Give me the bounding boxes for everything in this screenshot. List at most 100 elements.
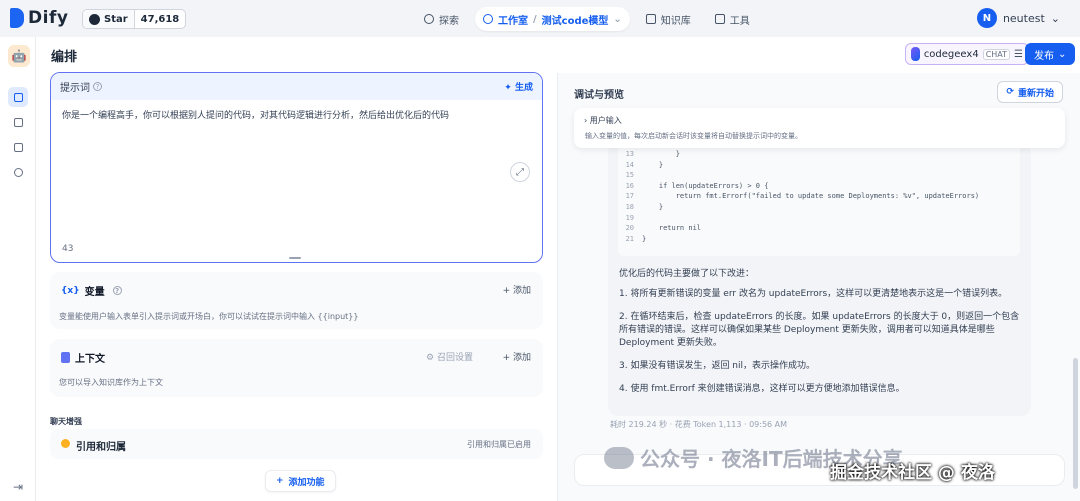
dify-logo[interactable]: Dify [10, 8, 68, 28]
add-context-button[interactable]: + 添加 [503, 350, 531, 363]
citation-feature[interactable]: 引用和归属 引用和归属已启用 [50, 429, 543, 459]
nav-separator: / [533, 13, 537, 25]
main-nav: 探索 工作室 / 测试code模型 ⌄ 知识库 工具 [416, 7, 758, 31]
help-icon[interactable]: ? [93, 82, 102, 91]
variables-card: {x} 变量 ? + 添加 变量能使用户输入表单引入提示词或开场白，你可以试试在… [50, 272, 543, 329]
robot-icon [483, 14, 493, 24]
model-logo-icon [911, 47, 920, 61]
context-card: 上下文 ⚙ 召回设置 + 添加 您可以导入知识库作为上下文 [50, 339, 543, 397]
refresh-icon: ⟳ [1006, 87, 1014, 97]
prompt-textarea[interactable]: 你是一个编程高手，你可以根据别人提问的代码，对其代码逻辑进行分析，然后给出优化后… [51, 100, 542, 129]
add-variable-label: 添加 [512, 286, 531, 296]
settings-sliders-icon[interactable]: ☰ [1014, 49, 1023, 60]
prompt-editor: 提示词 ? ✦ 生成 你是一个编程高手，你可以根据别人提问的代码，对其代码逻辑进… [50, 72, 543, 263]
code-line-number: 19 [625, 213, 634, 222]
list-item: 1. 将所有更新错误的变量 err 改名为 updateErrors，这样可以更… [619, 289, 1008, 299]
nav-studio-label: 工作室 [498, 15, 528, 27]
code-line: 16 if len(updateErrors) > 0 { [618, 182, 1020, 193]
github-star-label: Star [104, 13, 128, 25]
user-name: neutest [1002, 11, 1045, 25]
prompt-header: 提示词 ? ✦ 生成 [51, 73, 542, 100]
add-feature-button[interactable]: + 添加功能 [265, 470, 336, 492]
code-line: 21} [618, 235, 1020, 246]
code-line-text: return fmt.Errorf("failed to update some… [642, 192, 980, 201]
code-line-text: } [642, 150, 680, 158]
nav-tools[interactable]: 工具 [707, 7, 758, 31]
chevron-down-icon: ⌄ [1050, 11, 1060, 25]
code-line: 14 } [618, 161, 1020, 172]
citation-status: 引用和归属已启用 [467, 440, 531, 449]
message-meta: 耗时 219.24 秒 · 花费 Token 1,113 · 09:56 AM [610, 420, 788, 429]
list-item: 3. 如果没有错误发生，返回 nil，表示操作成功。 [619, 361, 816, 371]
avatar: N [976, 8, 997, 28]
github-icon [89, 13, 100, 25]
user-input-panel[interactable]: › 用户输入 输入变量的值，每次启动新会话时该变量将自动替换提示词中的变量。 [574, 108, 1065, 148]
gauge-icon [13, 167, 23, 177]
nav-knowledge-label: 知识库 [660, 15, 691, 27]
code-line-number: 18 [625, 202, 634, 211]
plus-icon: + [276, 476, 284, 486]
recall-settings-label: 召回设置 [436, 353, 473, 363]
toolbox-icon [714, 14, 725, 24]
user-menu[interactable]: N neutest ⌄ [976, 8, 1060, 28]
publish-label: 发布 [1034, 50, 1054, 62]
code-line-number: 20 [625, 224, 634, 233]
model-name: codegeex4 [923, 48, 979, 60]
page-header: 编排 codegeex4 CHAT ☰ 发布 ⌄ [36, 37, 1080, 73]
chat-enhance-label: 聊天增强 [50, 417, 82, 426]
top-navigation-bar: Dify Star 47,618 探索 工作室 / 测试code模型 ⌄ 知识库… [0, 0, 1080, 37]
nav-knowledge[interactable]: 知识库 [638, 7, 699, 31]
assistant-message: 13 } 14 } 15 16 if len(updateErrors) > 0 {1… [608, 143, 1031, 416]
magic-wand-icon[interactable]: ⤢ [510, 162, 530, 182]
expand-sidebar-button[interactable]: ⇥ [8, 477, 28, 497]
nav-tools-label: 工具 [729, 15, 750, 27]
sidebar-item-logs[interactable] [8, 137, 28, 157]
code-line: 15 [618, 171, 1020, 182]
context-description: 您可以导入知识库作为上下文 [59, 378, 163, 387]
code-line: 19 [618, 214, 1020, 225]
variables-description: 变量能使用户输入表单引入提示词或开场白，你可以试试在提示词中输入 {{input… [59, 312, 359, 321]
code-line: 20 return nil [618, 224, 1020, 235]
document-icon [13, 142, 23, 152]
recall-settings-button[interactable]: ⚙ 召回设置 [426, 350, 473, 363]
add-context-label: 添加 [512, 353, 531, 363]
sidebar-item-api[interactable] [8, 112, 28, 132]
code-line-text: return nil [642, 224, 702, 233]
sidebar-item-monitor[interactable] [8, 162, 28, 182]
code-line-text: if len(updateErrors) > 0 { [642, 181, 769, 190]
code-line-number: 17 [625, 192, 634, 201]
resize-handle[interactable] [289, 257, 301, 259]
github-star-badge[interactable]: Star 47,618 [82, 9, 187, 29]
page-title: 编排 [51, 50, 78, 65]
dify-logo-mark [10, 8, 24, 28]
model-selector[interactable]: codegeex4 CHAT ☰ [905, 43, 1029, 65]
github-star-count: 47,618 [140, 13, 180, 25]
restart-label: 重新开始 [1017, 88, 1054, 99]
user-input-title: › 用户输入 [584, 116, 622, 125]
nav-explore[interactable]: 探索 [416, 7, 467, 31]
help-icon[interactable]: ? [112, 286, 122, 295]
code-line-number: 13 [625, 150, 634, 158]
message-intro: 优化后的代码主要做了以下改进： [619, 269, 755, 279]
prompt-title: 提示词 [60, 83, 90, 94]
dify-logo-text: Dify [28, 8, 69, 28]
user-input-description: 输入变量的值，每次启动新会话时该变量将自动替换提示词中的变量。 [585, 132, 802, 140]
code-line: 17 return fmt.Errorf("failed to update s… [618, 192, 1020, 203]
code-line: 13 } [618, 150, 1020, 161]
scrollbar[interactable] [1073, 358, 1078, 489]
nav-studio[interactable]: 工作室 / 测试code模型 ⌄ [475, 7, 630, 31]
citation-icon [61, 439, 70, 448]
add-variable-button[interactable]: + 添加 [503, 283, 531, 296]
book-icon [645, 14, 656, 24]
code-line-number: 16 [625, 181, 634, 190]
app-robot-icon[interactable]: 🤖 [8, 45, 30, 67]
app-sidebar: 🤖 ⇥ [0, 37, 36, 501]
expand-icon: ⇥ [12, 480, 24, 494]
restart-button[interactable]: ⟳ 重新开始 [997, 81, 1063, 103]
publish-button[interactable]: 发布 ⌄ [1025, 43, 1076, 65]
debug-preview-panel: 调试与预览 ⟳ 重新开始 › 用户输入 输入变量的值，每次启动新会话时该变量将自… [557, 73, 1080, 501]
current-app-selector[interactable]: 测试code模型 [542, 12, 609, 27]
sidebar-item-orchestrate[interactable] [8, 87, 28, 107]
generate-button[interactable]: ✦ 生成 [504, 80, 533, 93]
nav-explore-label: 探索 [439, 15, 459, 27]
